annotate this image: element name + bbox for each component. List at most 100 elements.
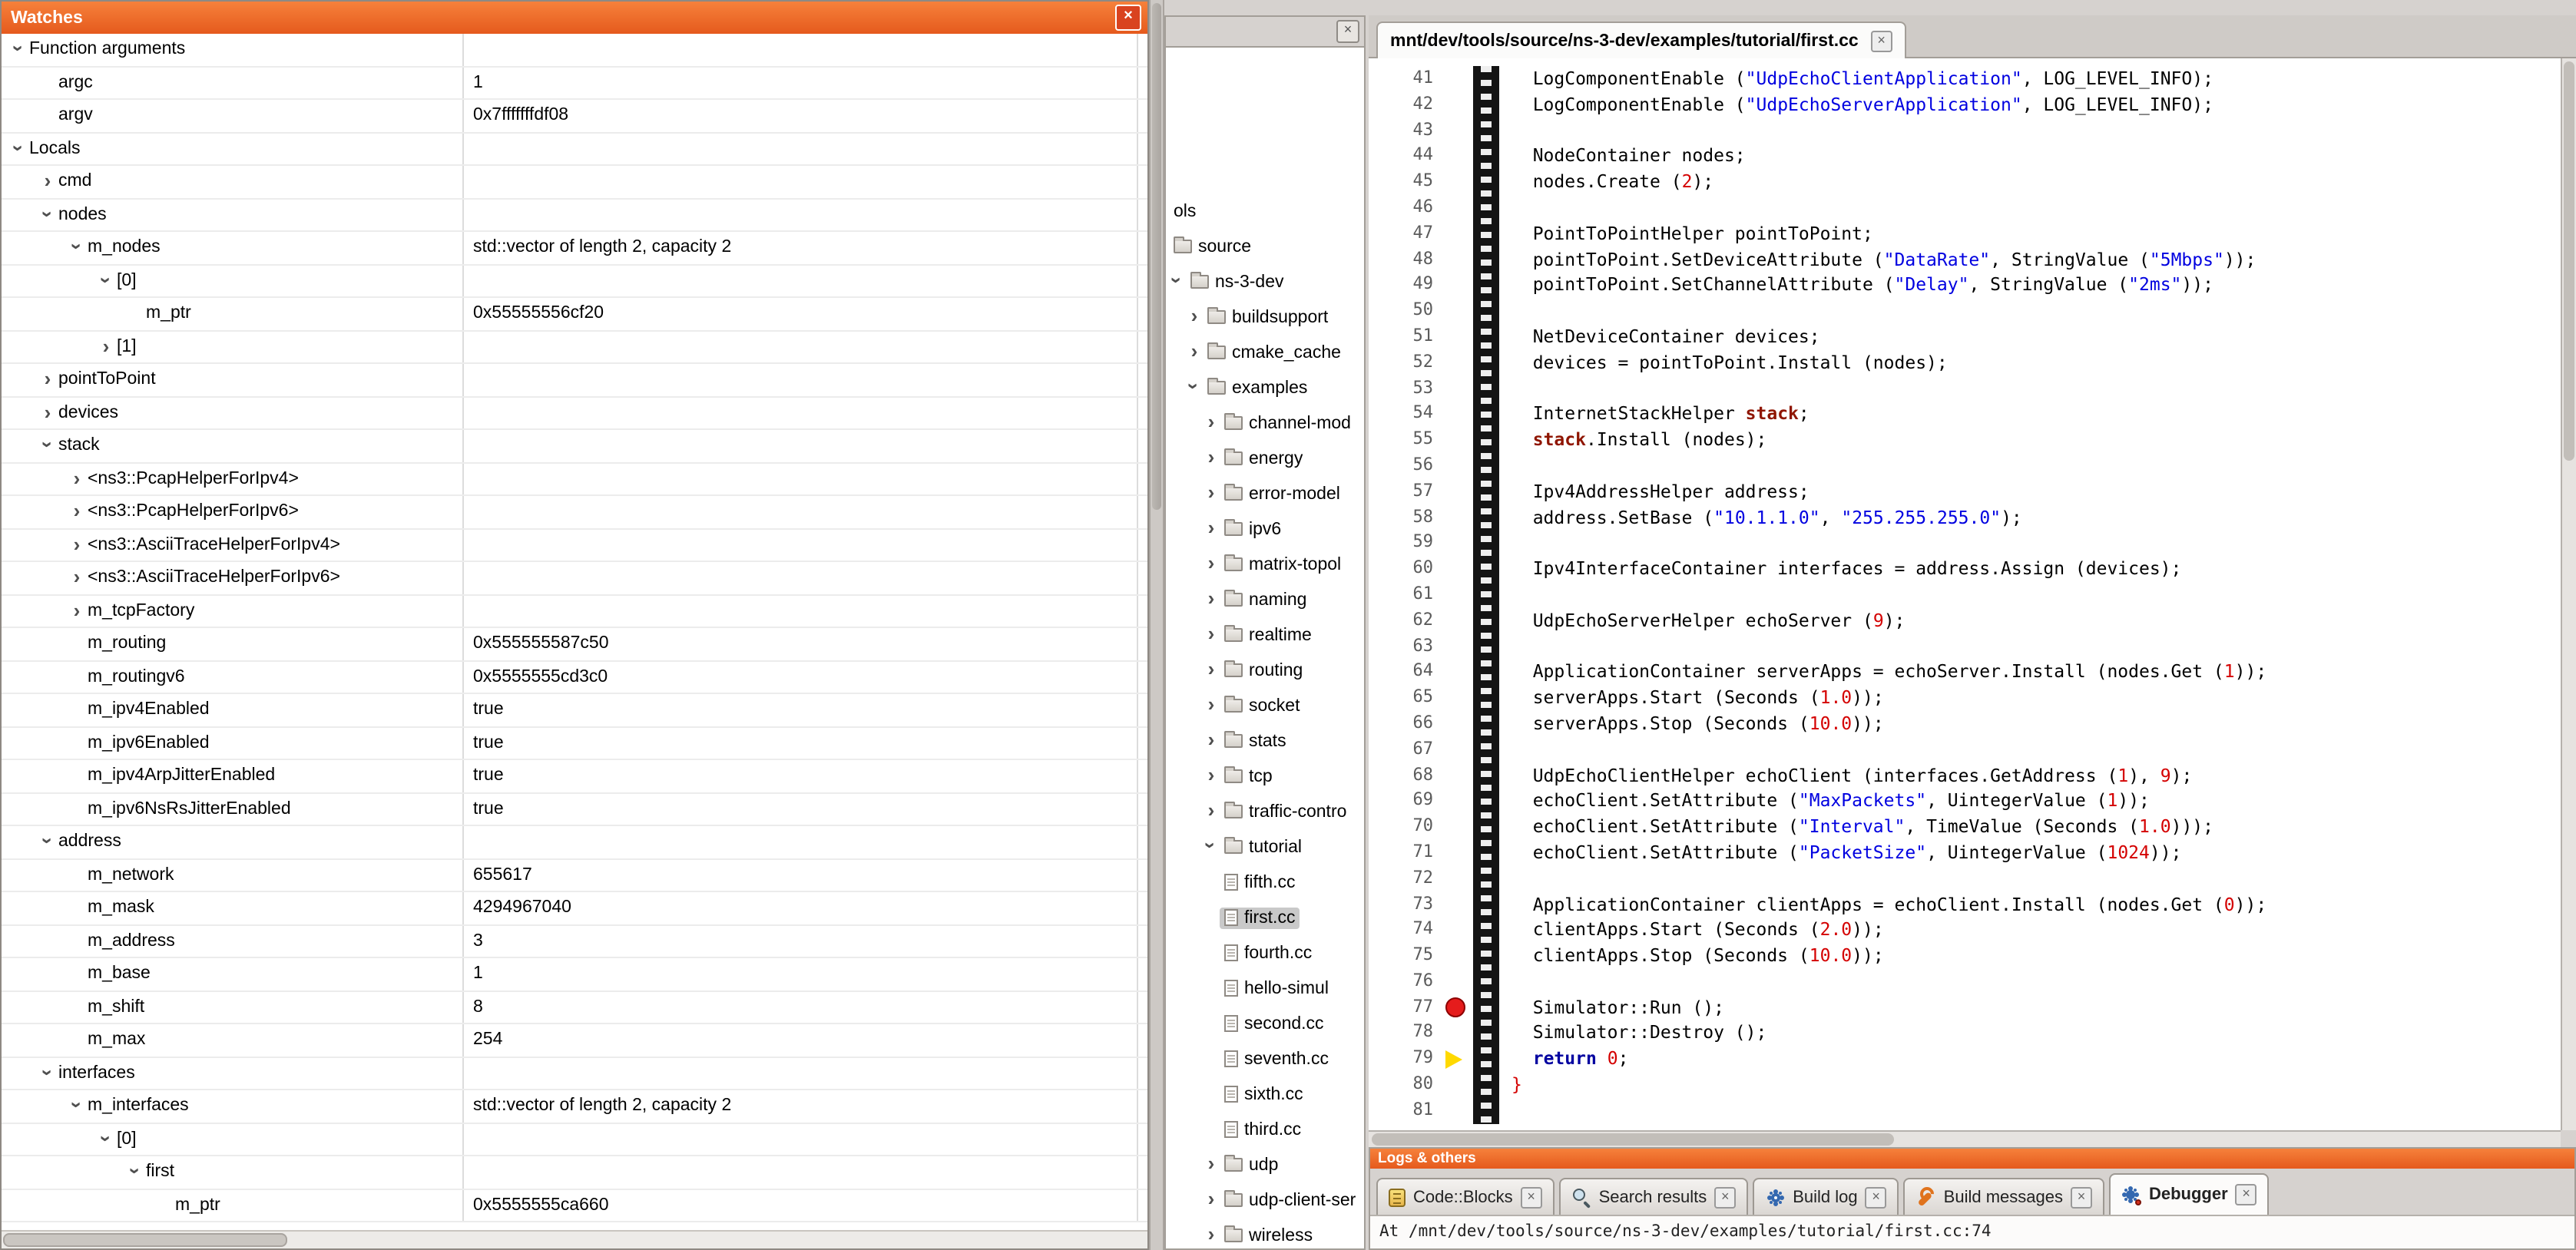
watch-row[interactable]: address [2, 826, 1147, 859]
code-line-49[interactable]: 49 pointToPoint.SetChannelAttribute ("De… [1369, 273, 2561, 299]
expand-icon[interactable] [1203, 695, 1220, 717]
line-number[interactable]: 76 [1369, 969, 1442, 995]
collapse-icon[interactable] [66, 1095, 88, 1117]
code-line-68[interactable]: 68 UdpEchoClientHelper echoClient (inter… [1369, 762, 2561, 789]
projects-panel-titlebar[interactable]: × [1166, 17, 1364, 48]
collapse-icon[interactable] [8, 137, 29, 160]
watch-row[interactable]: Locals [2, 133, 1147, 166]
tree-item-routing[interactable]: routing [1166, 653, 1364, 688]
watches-tree[interactable]: Function argumentsargc1argv0x7fffffffdf0… [2, 34, 1147, 1232]
expand-icon[interactable] [1203, 589, 1220, 611]
code-line-55[interactable]: 55 stack.Install (nodes); [1369, 427, 2561, 453]
tree-item-udp-client-ser[interactable]: udp-client-ser [1166, 1182, 1364, 1218]
watch-row[interactable]: cmd [2, 166, 1147, 199]
tree-item-energy[interactable]: energy [1166, 441, 1364, 476]
collapse-icon[interactable] [8, 38, 29, 61]
line-number[interactable]: 49 [1369, 273, 1442, 299]
tree-item-wireless[interactable]: wireless [1166, 1218, 1364, 1248]
watch-row[interactable]: m_nodesstd::vector of length 2, capacity… [2, 232, 1147, 265]
watch-row[interactable]: m_ipv4Enabledtrue [2, 694, 1147, 727]
code-line-66[interactable]: 66 serverApps.Stop (Seconds (10.0)); [1369, 711, 2561, 737]
tree-item-sixth-cc[interactable]: sixth.cc [1166, 1076, 1364, 1112]
watch-row[interactable]: stack [2, 430, 1147, 463]
tree-item-naming[interactable]: naming [1166, 582, 1364, 617]
watches-horizontal-scrollbar[interactable] [2, 1230, 1147, 1248]
expand-icon[interactable] [37, 402, 58, 424]
expand-icon[interactable] [1203, 1154, 1220, 1176]
watch-row[interactable]: devices [2, 397, 1147, 430]
code-line-70[interactable]: 70 echoClient.SetAttribute ("Interval", … [1369, 814, 2561, 840]
line-number[interactable]: 66 [1369, 711, 1442, 737]
tree-item-tutorial[interactable]: tutorial [1166, 829, 1364, 865]
expand-icon[interactable] [66, 468, 88, 490]
tree-item-channel-mod[interactable]: channel-mod [1166, 405, 1364, 441]
watch-row[interactable]: first [2, 1156, 1147, 1189]
collapse-icon[interactable] [1186, 377, 1203, 399]
watch-row[interactable]: <ns3::PcapHelperForIpv6> [2, 496, 1147, 529]
watch-row[interactable]: m_ipv6Enabledtrue [2, 727, 1147, 760]
breakpoint-icon[interactable] [1445, 997, 1465, 1017]
tree-item-error-model[interactable]: error-model [1166, 476, 1364, 511]
line-number[interactable]: 56 [1369, 453, 1442, 479]
tree-item-fifth-cc[interactable]: fifth.cc [1166, 865, 1364, 900]
code-line-42[interactable]: 42 LogComponentEnable ("UdpEchoServerApp… [1369, 92, 2561, 118]
collapse-icon[interactable] [124, 1161, 146, 1183]
editor-tab[interactable]: mnt/dev/tools/source/ns-3-dev/examples/t… [1376, 21, 1906, 58]
expand-icon[interactable] [1203, 483, 1220, 505]
tree-item-seventh-cc[interactable]: seventh.cc [1166, 1041, 1364, 1076]
watch-row[interactable]: m_ipv6NsRsJitterEnabledtrue [2, 793, 1147, 826]
code-line-54[interactable]: 54 InternetStackHelper stack; [1369, 402, 2561, 428]
scrollbar-thumb[interactable] [3, 1233, 287, 1247]
editor-horizontal-scrollbar[interactable] [1369, 1130, 2561, 1147]
close-icon[interactable]: × [1871, 30, 1892, 51]
expand-icon[interactable] [1203, 448, 1220, 470]
watch-row[interactable]: interfaces [2, 1057, 1147, 1090]
expand-icon[interactable] [37, 369, 58, 391]
code-line-76[interactable]: 76 [1369, 969, 2561, 995]
close-icon[interactable]: × [1521, 1186, 1542, 1208]
close-icon[interactable]: × [1714, 1186, 1736, 1208]
line-number[interactable]: 65 [1369, 685, 1442, 711]
watch-row[interactable]: m_ptr0x5555555ca660 [2, 1189, 1147, 1222]
watch-row[interactable]: [1] [2, 331, 1147, 364]
logs-tab-debugger[interactable]: Debugger× [2109, 1173, 2270, 1215]
logs-titlebar[interactable]: Logs & others [1370, 1149, 2574, 1169]
watch-row[interactable]: nodes [2, 199, 1147, 232]
line-number[interactable]: 50 [1369, 298, 1442, 324]
code-editor[interactable]: 41 LogComponentEnable ("UdpEchoClientApp… [1369, 58, 2561, 1130]
tree-item-matrix-topol[interactable]: matrix-topol [1166, 547, 1364, 582]
expand-icon[interactable] [1203, 624, 1220, 646]
watch-row[interactable]: m_tcpFactory [2, 595, 1147, 628]
watch-row[interactable]: m_mask4294967040 [2, 892, 1147, 925]
line-number[interactable]: 81 [1369, 1098, 1442, 1124]
line-number[interactable]: 74 [1369, 918, 1442, 944]
tree-item-fourth-cc[interactable]: fourth.cc [1166, 935, 1364, 971]
code-line-63[interactable]: 63 [1369, 633, 2561, 660]
scrollbar-thumb[interactable] [1372, 1133, 1894, 1146]
expand-icon[interactable] [1203, 412, 1220, 435]
close-icon[interactable]: × [1336, 20, 1359, 43]
code-line-62[interactable]: 62 UdpEchoServerHelper echoServer (9); [1369, 607, 2561, 633]
watch-row[interactable]: m_ipv4ArpJitterEnabledtrue [2, 760, 1147, 793]
code-line-51[interactable]: 51 NetDeviceContainer devices; [1369, 324, 2561, 350]
watch-row[interactable]: m_interfacesstd::vector of length 2, cap… [2, 1090, 1147, 1123]
line-number[interactable]: 54 [1369, 402, 1442, 428]
watch-row[interactable]: argc1 [2, 67, 1147, 100]
collapse-icon[interactable] [37, 1062, 58, 1084]
line-number[interactable]: 61 [1369, 582, 1442, 608]
line-number[interactable]: 53 [1369, 375, 1442, 402]
expand-icon[interactable] [1203, 554, 1220, 576]
code-line-72[interactable]: 72 [1369, 865, 2561, 891]
collapse-icon[interactable] [1169, 271, 1186, 293]
code-line-45[interactable]: 45 nodes.Create (2); [1369, 169, 2561, 195]
expand-icon[interactable] [1203, 801, 1220, 823]
expand-icon[interactable] [1203, 518, 1220, 541]
line-number[interactable]: 77 [1369, 994, 1442, 1020]
tree-item-buildsupport[interactable]: buildsupport [1166, 299, 1364, 335]
line-number[interactable]: 42 [1369, 92, 1442, 118]
logs-tab-code-blocks[interactable]: Code::Blocks× [1376, 1178, 1555, 1215]
collapse-icon[interactable] [1203, 836, 1220, 858]
code-line-44[interactable]: 44 NodeContainer nodes; [1369, 144, 2561, 170]
line-number[interactable]: 64 [1369, 660, 1442, 686]
code-area[interactable]: 41 LogComponentEnable ("UdpEchoClientApp… [1369, 66, 2561, 1123]
